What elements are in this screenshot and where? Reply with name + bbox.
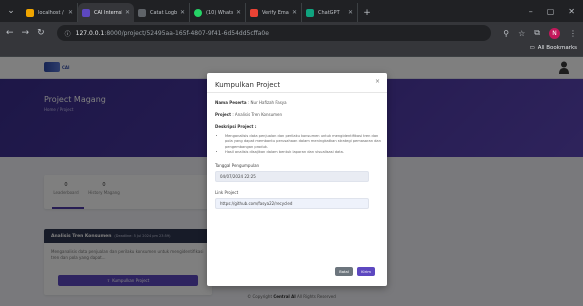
description-list: Menganalisis data penjualan dan perilaku…	[225, 134, 381, 155]
zoom-icon[interactable]: ⚲	[503, 29, 509, 38]
browser-tab[interactable]: (10) WhatsApp ✕	[190, 3, 246, 22]
participant-label: Nama Peserta	[215, 100, 247, 105]
menu-icon[interactable]: ⋮	[569, 29, 577, 38]
whatsapp-icon	[194, 8, 202, 17]
phpmyadmin-icon	[26, 8, 34, 17]
extensions-icon[interactable]: ⧉	[534, 28, 540, 38]
globe-icon	[138, 8, 146, 17]
bookmarks-bar: ▭ All Bookmarks	[0, 44, 583, 57]
browser-tab-bar: ⌄ localhost / 127.0.0.1 ✕ CAI Internship…	[0, 0, 583, 22]
browser-tab[interactable]: Verify Email Address ✕	[246, 3, 302, 22]
gmail-icon	[250, 8, 258, 17]
link-label: Link Project	[215, 190, 239, 196]
tab-title: CAI Internship	[94, 9, 122, 16]
browser-tab-active[interactable]: CAI Internship ✕	[78, 3, 134, 22]
site-info-icon[interactable]: ⓘ	[65, 29, 71, 38]
tab-title: Verify Email Address	[262, 9, 289, 16]
submit-project-modal: Kumpulkan Project × Nama Peserta : Nur H…	[207, 73, 387, 286]
close-icon[interactable]: ×	[375, 78, 380, 85]
maximize-icon[interactable]: ▢	[547, 7, 555, 16]
close-tab-icon[interactable]: ✕	[68, 9, 73, 16]
close-tab-icon[interactable]: ✕	[236, 9, 241, 16]
submit-button[interactable]: Kirim	[357, 267, 375, 276]
web-page: CAI Project Magang Home / Project 0 Lead…	[0, 57, 583, 306]
reload-icon[interactable]: ↻	[37, 28, 45, 38]
description-item: Menganalisis data penjualan dan perilaku…	[225, 134, 381, 150]
browser-tab[interactable]: localhost / 127.0.0.1 ✕	[22, 3, 78, 22]
browser-nav-bar: ← → ↻ ⓘ 127.0.0.1:8000/project/52495aa-1…	[0, 22, 583, 44]
address-host: 127.0.0.1	[75, 29, 105, 37]
address-bar[interactable]: ⓘ 127.0.0.1:8000/project/52495aa-165f-48…	[56, 25, 492, 41]
address-path: :8000/project/52495aa-165f-4807-9f41-6d5…	[104, 29, 269, 37]
close-tab-icon[interactable]: ✕	[180, 9, 185, 16]
all-bookmarks-label: All Bookmarks	[537, 45, 577, 51]
modal-title: Kumpulkan Project	[215, 81, 281, 89]
submission-date-field[interactable]: 04/07/2024 22:25	[215, 171, 369, 183]
tab-title: localhost / 127.0.0.1	[38, 9, 65, 16]
minimize-icon[interactable]: –	[529, 7, 533, 16]
tab-title: ChatGPT	[318, 9, 340, 16]
description-label: Deskripsi Project :	[215, 124, 257, 129]
project-link-input[interactable]: https://github.com/fasya22/recycled	[215, 198, 369, 210]
chatgpt-icon	[306, 8, 314, 17]
close-window-icon[interactable]: ✕	[568, 7, 575, 16]
all-bookmarks-button[interactable]: ▭ All Bookmarks	[530, 45, 578, 51]
close-tab-icon[interactable]: ✕	[125, 9, 130, 16]
modal-footer: Batal Kirim	[335, 267, 375, 276]
participant-value: : Nur Hafizah Fasya	[247, 100, 287, 105]
participant-row: Nama Peserta : Nur Hafizah Fasya	[215, 100, 381, 105]
modal-header: Kumpulkan Project ×	[207, 73, 387, 93]
toolbar-icons: ⚲ ☆ ⧉ N ⋮	[503, 27, 577, 39]
window-controls: – ▢ ✕	[529, 0, 583, 22]
back-icon[interactable]: ←	[6, 28, 14, 38]
date-label: Tanggal Pengumpulan	[215, 163, 260, 169]
browser-tab[interactable]: ChatGPT ✕	[302, 3, 358, 22]
cancel-button[interactable]: Batal	[335, 267, 353, 276]
project-row: Project : Analisis Tren Konsumen	[215, 112, 381, 117]
tab-search-button[interactable]: ⌄	[0, 0, 22, 22]
project-value: : Analisis Tren Konsumen	[232, 112, 283, 117]
forward-icon[interactable]: →	[22, 28, 30, 38]
browser-tab[interactable]: Catat Logbook ✕	[134, 3, 190, 22]
close-tab-icon[interactable]: ✕	[348, 9, 353, 16]
profile-avatar[interactable]: N	[549, 27, 560, 39]
app-icon	[82, 8, 90, 17]
project-label: Project	[215, 112, 232, 117]
tab-title: (10) WhatsApp	[206, 9, 233, 16]
tab-title: Catat Logbook	[150, 9, 177, 16]
new-tab-button[interactable]: +	[358, 3, 376, 22]
bookmark-star-icon[interactable]: ☆	[518, 29, 525, 38]
close-tab-icon[interactable]: ✕	[292, 9, 297, 16]
description-item: Hasil analisis disajikan dalam bentuk la…	[225, 150, 381, 155]
folder-icon: ▭	[529, 45, 535, 51]
modal-body: Nama Peserta : Nur Hafizah Fasya Project…	[215, 100, 381, 210]
